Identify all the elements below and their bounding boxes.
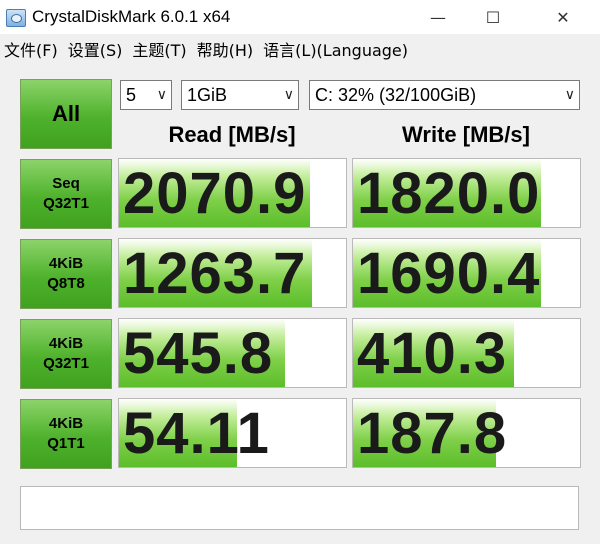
row-label-line1: 4KiB [48, 335, 84, 352]
read-column-header: Read [MB/s] [168, 122, 296, 147]
write-result-cell: 1820.0 [352, 158, 581, 228]
read-value: 1263.7 [123, 241, 307, 306]
menu-help[interactable]: 帮助(H) [197, 37, 254, 61]
write-result-cell: 187.8 [352, 398, 581, 468]
row-label-line1: 4KiB [48, 255, 84, 272]
read-result-cell: 545.8 [118, 318, 347, 388]
row-label-line1: Seq [52, 175, 80, 192]
menu-language[interactable]: 语言(L)(Language) [263, 37, 408, 61]
4kib-q1t1-button[interactable]: 4KiB Q1T1 [20, 399, 112, 469]
test-size-select[interactable]: 1GiB ∨ [181, 80, 299, 110]
row-label-line2: Q32T1 [43, 195, 89, 212]
chevron-down-icon: ∨ [564, 87, 575, 103]
test-count-select[interactable]: 5 ∨ [120, 80, 172, 110]
menu-bar: 文件(F) 设置(S) 主题(T) 帮助(H) 语言(L)(Language) [0, 34, 600, 64]
read-value: 2070.9 [123, 161, 307, 226]
write-value: 1820.0 [357, 161, 541, 226]
write-result-cell: 1690.4 [352, 238, 581, 308]
seq-q32t1-button[interactable]: Seq Q32T1 [20, 159, 112, 229]
title-bar: CrystalDiskMark 6.0.1 x64 — ☐ ✕ [0, 0, 600, 34]
close-button[interactable]: ✕ [540, 0, 586, 34]
drive-value: C: 32% (32/100GiB) [315, 85, 477, 105]
read-result-cell: 54.11 [118, 398, 347, 468]
test-size-value: 1GiB [187, 85, 228, 105]
test-count-value: 5 [126, 85, 137, 105]
row-label-line2: Q1T1 [47, 435, 85, 452]
maximize-button[interactable]: ☐ [470, 0, 516, 34]
drive-select[interactable]: C: 32% (32/100GiB) ∨ [309, 80, 580, 110]
app-icon [6, 9, 26, 27]
4kib-q32t1-button[interactable]: 4KiB Q32T1 [20, 319, 112, 389]
window-title: CrystalDiskMark 6.0.1 x64 [32, 7, 231, 26]
row-label-line2: Q32T1 [43, 355, 89, 372]
menu-theme[interactable]: 主题(T) [132, 37, 186, 61]
chevron-down-icon: ∨ [156, 87, 167, 103]
row-label-line1: 4KiB [48, 415, 84, 432]
read-result-cell: 1263.7 [118, 238, 347, 308]
write-value: 410.3 [357, 321, 508, 386]
minimize-button[interactable]: — [415, 0, 461, 34]
menu-file[interactable]: 文件(F) [4, 37, 58, 61]
4kib-q8t8-button[interactable]: 4KiB Q8T8 [20, 239, 112, 309]
read-value: 545.8 [123, 321, 274, 386]
write-column-header: Write [MB/s] [402, 122, 530, 147]
read-result-cell: 2070.9 [118, 158, 347, 228]
write-result-cell: 410.3 [352, 318, 581, 388]
row-label-line2: Q8T8 [47, 275, 85, 292]
menu-settings[interactable]: 设置(S) [68, 37, 123, 61]
read-value: 54.11 [123, 401, 270, 466]
run-all-button[interactable]: All [20, 79, 112, 149]
write-value: 187.8 [357, 401, 508, 466]
chevron-down-icon: ∨ [283, 87, 294, 103]
write-value: 1690.4 [357, 241, 541, 306]
comment-input[interactable] [20, 486, 579, 530]
